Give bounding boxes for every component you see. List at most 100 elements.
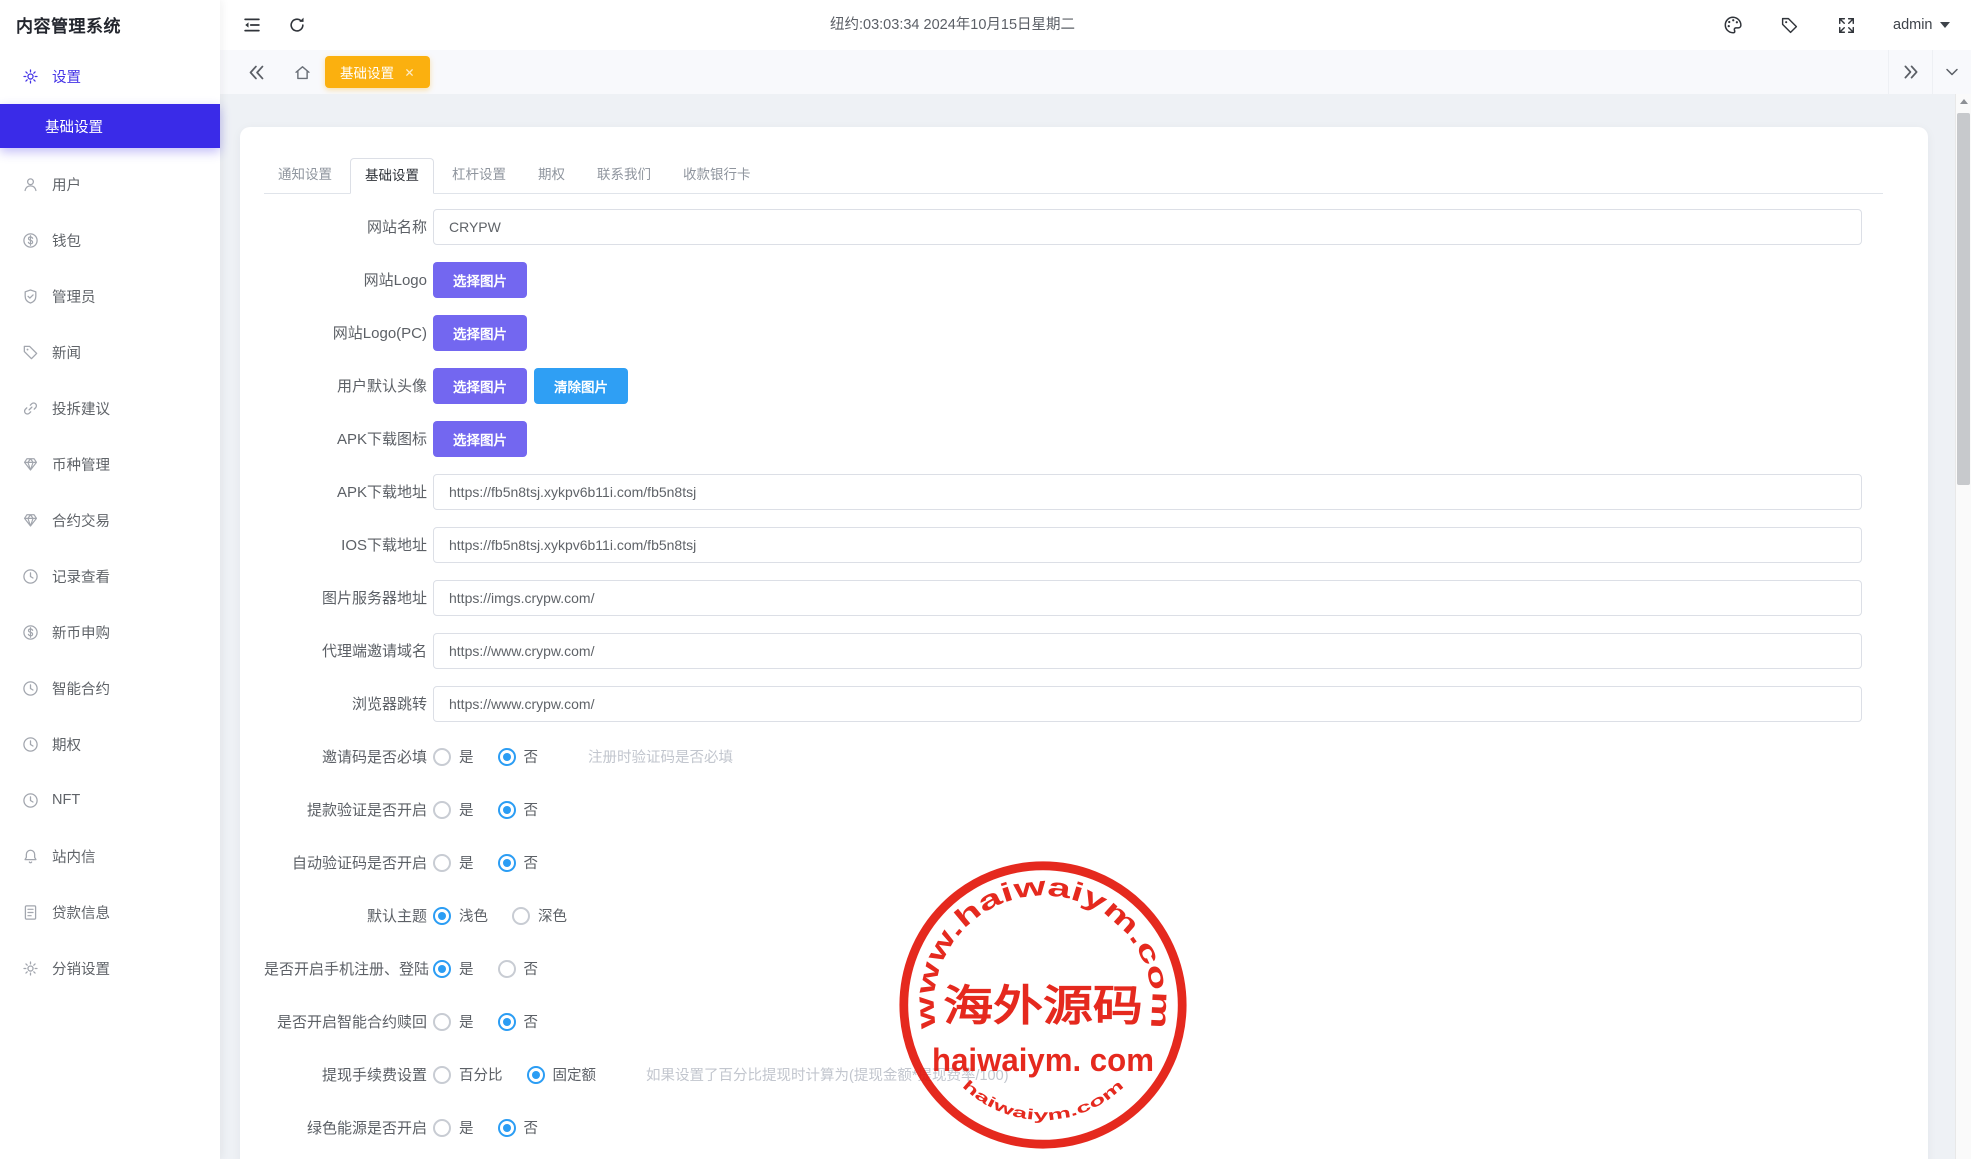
sidebar-item-admins[interactable]: 管理员 xyxy=(0,268,220,324)
radio-label[interactable]: 浅色 xyxy=(459,905,488,926)
phone-register-yes-radio[interactable] xyxy=(433,960,451,978)
field-hint: 注册时验证码是否必填 xyxy=(588,746,733,767)
radio-label[interactable]: 是 xyxy=(459,958,474,979)
sidebar-item-smart-contract[interactable]: 智能合约 xyxy=(0,660,220,716)
close-icon[interactable] xyxy=(404,67,415,78)
sidebar-item-news[interactable]: 新闻 xyxy=(0,324,220,380)
field-label: 浏览器跳转 xyxy=(264,693,427,714)
radio-label[interactable]: 是 xyxy=(459,1117,474,1138)
fullscreen-icon xyxy=(1837,16,1856,35)
sidebar-item-loan-info[interactable]: 贷款信息 xyxy=(0,884,220,940)
select-image-button[interactable]: 选择图片 xyxy=(433,368,527,404)
radio-label[interactable]: 否 xyxy=(524,799,539,820)
image-server-url-input[interactable] xyxy=(433,580,1862,616)
sidebar-item-label: 钱包 xyxy=(52,230,81,251)
form-row-smart-contract-redeem: 是否开启智能合约赎回 是 否 xyxy=(264,995,1928,1048)
radio-label[interactable]: 否 xyxy=(524,1117,539,1138)
gem-icon xyxy=(22,512,39,529)
bell-icon xyxy=(22,848,39,865)
vertical-scrollbar[interactable] xyxy=(1955,94,1971,1159)
radio-label[interactable]: 百分比 xyxy=(459,1064,503,1085)
scroll-tags-right-button[interactable] xyxy=(1888,50,1932,94)
withdraw-verify-no-radio[interactable] xyxy=(498,801,516,819)
apk-download-url-input[interactable] xyxy=(433,474,1862,510)
radio-label[interactable]: 否 xyxy=(524,852,539,873)
withdraw-fee-percent-radio[interactable] xyxy=(433,1066,451,1084)
sidebar-item-wallet[interactable]: 钱包 xyxy=(0,212,220,268)
radio-label[interactable]: 否 xyxy=(524,958,539,979)
ios-download-url-input[interactable] xyxy=(433,527,1862,563)
sidebar-item-label: 基础设置 xyxy=(45,116,103,137)
sidebar-item-feedback[interactable]: 投拆建议 xyxy=(0,380,220,436)
sidebar-item-records[interactable]: 记录查看 xyxy=(0,548,220,604)
sidebar-item-basic-settings[interactable]: 基础设置 xyxy=(0,104,220,148)
sidebar-item-new-coin-subscription[interactable]: 新币申购 xyxy=(0,604,220,660)
tag-basic-settings[interactable]: 基础设置 xyxy=(325,56,430,88)
radio-label[interactable]: 固定额 xyxy=(553,1064,597,1085)
phone-register-no-radio[interactable] xyxy=(498,960,516,978)
refresh-button[interactable] xyxy=(288,0,306,50)
form-row-default-theme: 默认主题 浅色 深色 xyxy=(264,889,1928,942)
home-button[interactable] xyxy=(293,50,312,94)
select-image-button[interactable]: 选择图片 xyxy=(433,262,527,298)
agent-invite-domain-input[interactable] xyxy=(433,633,1862,669)
tags-menu-button[interactable] xyxy=(1932,50,1971,94)
theme-button[interactable] xyxy=(1723,0,1743,50)
auto-captcha-yes-radio[interactable] xyxy=(433,854,451,872)
sidebar-item-users[interactable]: 用户 xyxy=(0,156,220,212)
radio-label[interactable]: 是 xyxy=(459,746,474,767)
tab-leverage-settings[interactable]: 杠杆设置 xyxy=(438,157,520,193)
sidebar-item-distribution-settings[interactable]: 分销设置 xyxy=(0,940,220,996)
sidebar-item-coin-management[interactable]: 币种管理 xyxy=(0,436,220,492)
form-row-browser-redirect: 浏览器跳转 xyxy=(264,677,1928,730)
radio-label[interactable]: 否 xyxy=(524,746,539,767)
sidebar-item-nft[interactable]: NFT xyxy=(0,772,220,828)
withdraw-fee-fixed-radio[interactable] xyxy=(527,1066,545,1084)
scroll-tags-left-button[interactable] xyxy=(247,50,266,94)
smart-contract-redeem-yes-radio[interactable] xyxy=(433,1013,451,1031)
sidebar-item-settings[interactable]: 设置 xyxy=(0,48,220,104)
fullscreen-button[interactable] xyxy=(1837,0,1856,50)
sidebar-item-site-messages[interactable]: 站内信 xyxy=(0,828,220,884)
clock-text: 纽约:03:03:34 2024年10月15日星期二 xyxy=(830,0,1075,50)
theme-dark-radio[interactable] xyxy=(512,907,530,925)
basic-settings-form: 网站名称 网站Logo 选择图片 网站Logo(PC) 选择图片 用户默认头像 … xyxy=(240,194,1928,1159)
scrollbar-thumb[interactable] xyxy=(1957,113,1970,485)
radio-label[interactable]: 否 xyxy=(524,1011,539,1032)
green-energy-yes-radio[interactable] xyxy=(433,1119,451,1137)
sidebar-item-label: 分销设置 xyxy=(52,958,110,979)
select-image-button[interactable]: 选择图片 xyxy=(433,421,527,457)
sidebar-item-contract-trading[interactable]: 合约交易 xyxy=(0,492,220,548)
browser-redirect-input[interactable] xyxy=(433,686,1862,722)
auto-captcha-no-radio[interactable] xyxy=(498,854,516,872)
user-menu[interactable]: admin xyxy=(1893,0,1950,50)
smart-contract-redeem-no-radio[interactable] xyxy=(498,1013,516,1031)
dollar-circle-icon xyxy=(22,232,39,249)
tags-view-button[interactable] xyxy=(1780,0,1799,50)
invite-code-required-no-radio[interactable] xyxy=(498,748,516,766)
tab-options[interactable]: 期权 xyxy=(524,157,579,193)
field-label: APK下载图标 xyxy=(264,428,427,449)
sidebar-item-label: 新币申购 xyxy=(52,622,110,643)
tab-basic-settings[interactable]: 基础设置 xyxy=(350,158,434,194)
scrollbar-up-arrow[interactable] xyxy=(1956,94,1971,109)
green-energy-no-radio[interactable] xyxy=(498,1119,516,1137)
sidebar-item-label: NFT xyxy=(52,792,80,808)
radio-label[interactable]: 是 xyxy=(459,852,474,873)
clear-image-button[interactable]: 清除图片 xyxy=(534,368,628,404)
tag-icon xyxy=(22,344,39,361)
tab-notification-settings[interactable]: 通知设置 xyxy=(264,157,346,193)
withdraw-verify-yes-radio[interactable] xyxy=(433,801,451,819)
radio-label[interactable]: 深色 xyxy=(538,905,567,926)
site-name-input[interactable] xyxy=(433,209,1862,245)
radio-label[interactable]: 是 xyxy=(459,1011,474,1032)
theme-light-radio[interactable] xyxy=(433,907,451,925)
select-image-button[interactable]: 选择图片 xyxy=(433,315,527,351)
radio-label[interactable]: 是 xyxy=(459,799,474,820)
tab-contact-us[interactable]: 联系我们 xyxy=(583,157,665,193)
invite-code-required-yes-radio[interactable] xyxy=(433,748,451,766)
caret-down-icon xyxy=(1940,22,1950,28)
collapse-sidebar-button[interactable] xyxy=(242,0,262,50)
tab-bank-cards[interactable]: 收款银行卡 xyxy=(669,157,765,193)
sidebar-item-options[interactable]: 期权 xyxy=(0,716,220,772)
